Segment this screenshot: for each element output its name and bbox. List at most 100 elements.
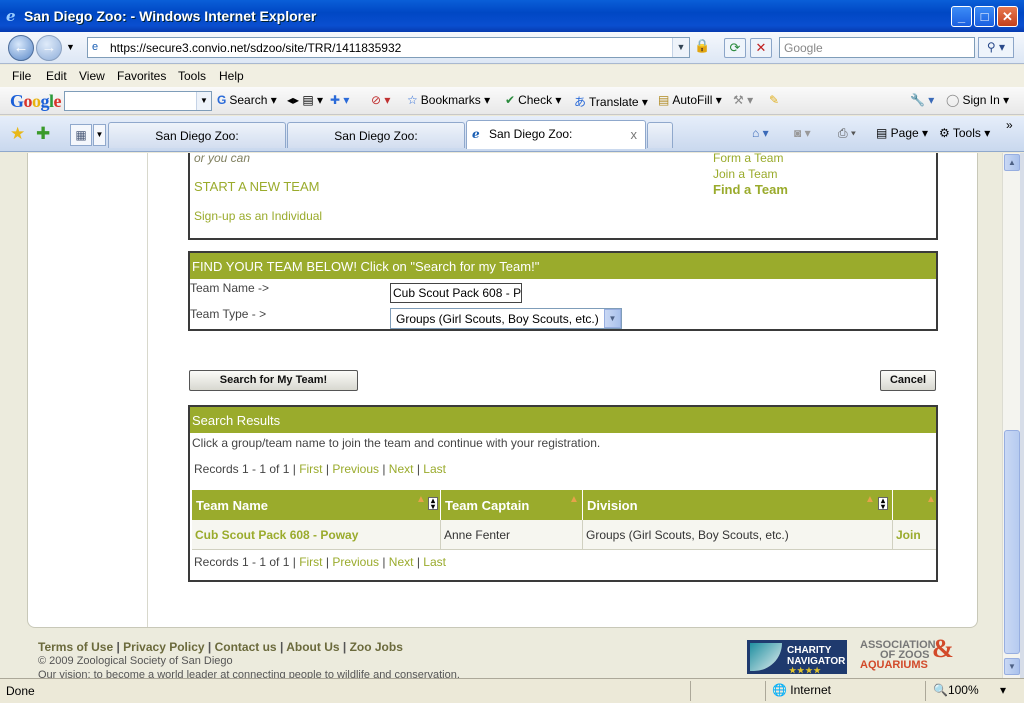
join-team-link[interactable]: Join a Team <box>713 167 777 181</box>
zoom-dropdown-icon[interactable]: ▾ <box>1000 683 1006 697</box>
table-row: Cub Scout Pack 608 - Poway Anne Fenter G… <box>192 520 936 550</box>
team-type-select[interactable]: Groups (Girl Scouts, Boy Scouts, etc.) ▼ <box>390 308 622 329</box>
next-page-link[interactable]: Next <box>389 462 414 476</box>
sort-toggle-icon[interactable]: ▴ ▾ <box>428 497 438 511</box>
next-page-link[interactable]: Next <box>389 555 414 569</box>
print-icon[interactable]: ⎙ ▾ <box>838 126 856 141</box>
popup-blocker-icon[interactable]: ⊘ ▾ <box>371 93 390 107</box>
window-title: San Diego Zoo: - Windows Internet Explor… <box>24 8 317 24</box>
join-link[interactable]: Join <box>893 520 936 550</box>
tools-menu-button[interactable]: ⚙ Tools ▾ <box>939 126 990 140</box>
first-page-link[interactable]: First <box>299 462 322 476</box>
jobs-link[interactable]: Zoo Jobs <box>350 640 403 654</box>
page-menu-button[interactable]: ▤ Page ▾ <box>876 126 928 140</box>
previous-page-link[interactable]: Previous <box>332 462 379 476</box>
minimize-button[interactable]: _ <box>951 6 972 27</box>
history-dropdown-icon[interactable]: ▼ <box>66 42 75 52</box>
add-icon[interactable]: ✚ ▾ <box>330 93 349 107</box>
vertical-scrollbar[interactable]: ▲ ▼ <box>1002 153 1020 678</box>
about-link[interactable]: About Us <box>286 640 339 654</box>
page-icon: e <box>92 41 99 53</box>
security-zone[interactable]: 🌐 Internet <box>772 683 831 697</box>
last-page-link[interactable]: Last <box>423 555 446 569</box>
column-division-label: Division <box>587 498 638 513</box>
search-box[interactable]: Google <box>779 37 975 58</box>
favorites-star-icon[interactable]: ★ <box>10 124 25 144</box>
add-favorites-icon[interactable]: ✚ <box>36 124 50 144</box>
menu-view[interactable]: View <box>79 69 105 83</box>
charity-navigator-logo[interactable]: CHARITY NAVIGATOR ★★★★ <box>747 640 847 675</box>
autofill-button[interactable]: ▤ AutoFill ▾ <box>658 93 722 107</box>
find-team-link[interactable]: Find a Team <box>713 182 788 197</box>
copyright-text: © 2009 Zoological Society of San Diego <box>38 655 233 667</box>
forward-button[interactable]: → <box>36 35 62 61</box>
form-team-link[interactable]: Form a Team <box>713 153 783 165</box>
find-team-form: FIND YOUR TEAM BELOW! Click on "Search f… <box>188 251 938 331</box>
scroll-up-button[interactable]: ▲ <box>1004 154 1020 171</box>
menu-favorites[interactable]: Favorites <box>117 69 166 83</box>
tab-1[interactable]: San Diego Zoo: <box>108 122 286 148</box>
tools-icon[interactable]: ⚒ ▾ <box>733 93 753 107</box>
quick-tabs-button[interactable]: ▦ <box>70 124 92 146</box>
team-name-cell[interactable]: Cub Scout Pack 608 - Poway <box>192 520 441 550</box>
home-icon[interactable]: ⌂ ▾ <box>752 126 769 140</box>
google-search-button[interactable]: G Search ▾ <box>217 93 277 107</box>
cancel-button[interactable]: Cancel <box>880 370 936 391</box>
translate-button[interactable]: あ Translate ▾ <box>574 93 648 110</box>
sort-arrow-icon: ▲ <box>926 494 936 505</box>
lock-icon[interactable]: 🔒 <box>694 38 712 58</box>
aza-logo[interactable]: ASSOCIATION OF ZOOS AQUARIUMS & <box>860 636 954 671</box>
menu-tools[interactable]: Tools <box>178 69 206 83</box>
first-page-link[interactable]: First <box>299 555 322 569</box>
google-search-input[interactable]: ▼ <box>64 91 212 111</box>
start-new-team-link[interactable]: START A NEW TEAM <box>194 179 319 194</box>
chevron-down-icon[interactable]: ▼ <box>604 309 621 328</box>
contact-link[interactable]: Contact us <box>215 640 277 654</box>
address-dropdown[interactable]: ▼ <box>672 38 689 57</box>
close-button[interactable]: ✕ <box>997 6 1018 27</box>
stop-button[interactable]: ✕ <box>750 38 772 58</box>
sign-in-button[interactable]: ◯ Sign In ▾ <box>946 93 1009 107</box>
menu-help[interactable]: Help <box>219 69 244 83</box>
vision-text: Our vision: to become a world leader at … <box>38 669 460 678</box>
sort-toggle-icon[interactable]: ▴ ▾ <box>878 497 888 511</box>
search-button[interactable]: ⚲ ▾ <box>978 37 1014 58</box>
records-count: Records 1 - 1 of 1 <box>194 555 290 569</box>
previous-page-link[interactable]: Previous <box>332 555 379 569</box>
tab-2[interactable]: San Diego Zoo: <box>287 122 465 148</box>
scroll-down-button[interactable]: ▼ <box>1004 658 1020 675</box>
sign-in-label: Sign In <box>962 93 1000 107</box>
terms-link[interactable]: Terms of Use <box>38 640 113 654</box>
chevron-more-icon[interactable]: » <box>1006 118 1013 132</box>
tab-label: San Diego Zoo: <box>155 129 239 143</box>
back-button[interactable]: ← <box>8 35 34 61</box>
sort-arrow-icon: ▲ <box>569 494 579 505</box>
close-tab-icon[interactable]: x <box>631 127 638 142</box>
status-text: Done <box>6 684 35 698</box>
address-field[interactable]: e https://secure3.convio.net/sdzoo/site/… <box>87 37 690 58</box>
last-page-link[interactable]: Last <box>423 462 446 476</box>
menu-edit[interactable]: Edit <box>46 69 67 83</box>
column-team-name[interactable]: Team Name ▲ ▴ ▾ <box>192 490 441 520</box>
google-search-dropdown[interactable]: ▼ <box>196 92 211 110</box>
privacy-link[interactable]: Privacy Policy <box>123 640 204 654</box>
refresh-button[interactable]: ⟳ <box>724 38 746 58</box>
zoom-control[interactable]: 🔍100% ▾ <box>933 683 1006 697</box>
bookmarks-button[interactable]: ☆ Bookmarks ▾ <box>407 93 490 107</box>
feeds-icon[interactable]: ◙ ▾ <box>794 126 811 140</box>
new-tab-button[interactable] <box>647 122 673 148</box>
menu-file[interactable]: File <box>12 69 31 83</box>
tab-list-dropdown[interactable]: ▼ <box>93 124 106 146</box>
scroll-thumb[interactable] <box>1004 430 1020 654</box>
settings-wrench-icon[interactable]: 🔧 ▾ <box>910 93 934 107</box>
maximize-button[interactable]: □ <box>974 6 995 27</box>
team-name-input[interactable]: Cub Scout Pack 608 - P <box>390 283 522 303</box>
spellcheck-button[interactable]: ✔ Check ▾ <box>505 93 561 107</box>
news-icon[interactable]: ◂▸ ▤ ▾ <box>287 93 323 107</box>
column-team-captain[interactable]: Team Captain ▲ <box>441 490 583 520</box>
highlight-icon[interactable]: ✎ <box>769 93 779 107</box>
signup-individual-link[interactable]: Sign-up as an Individual <box>194 209 322 223</box>
tab-3-active[interactable]: e San Diego Zoo: x <box>466 120 646 149</box>
column-division[interactable]: Division ▲ ▴ ▾ <box>583 490 893 520</box>
search-for-team-button[interactable]: Search for My Team! <box>189 370 358 391</box>
